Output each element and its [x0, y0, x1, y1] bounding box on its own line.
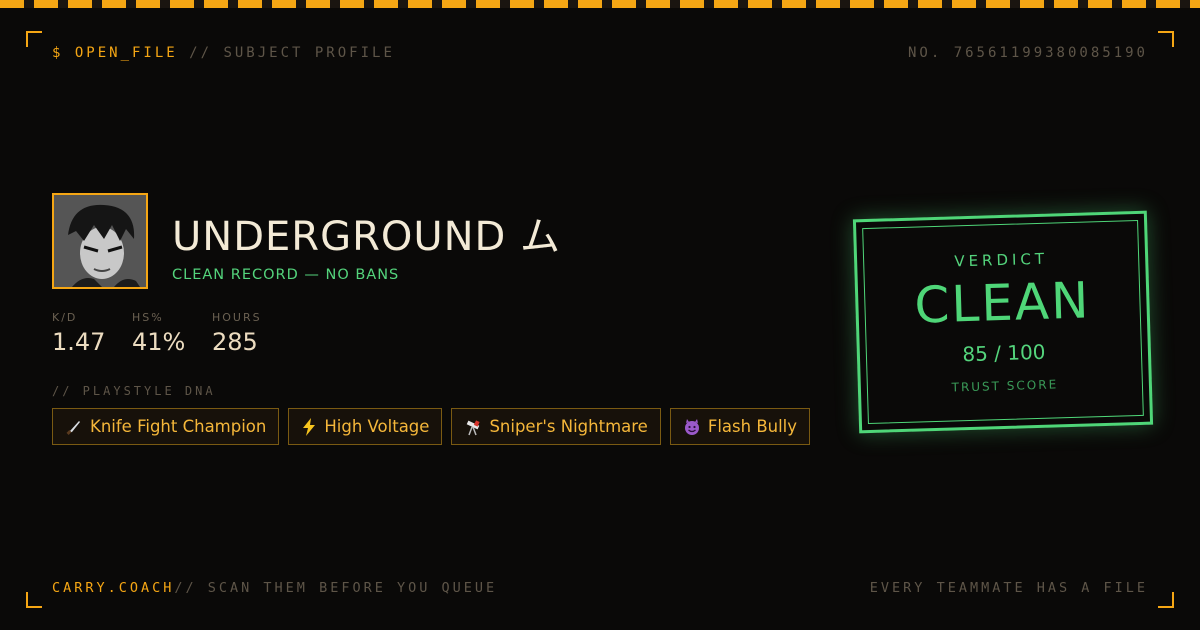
tag-knife-fight-champion: Knife Fight Champion: [52, 408, 280, 445]
corner-bracket-bottom-right: [1158, 592, 1174, 608]
footer-brand: CARRY.COACH: [52, 580, 175, 596]
header-section: // SUBJECT PROFILE: [189, 45, 395, 61]
tag-label: Flash Bully: [707, 417, 798, 436]
stat-hs: HS% 41%: [132, 311, 185, 356]
corner-bracket-top-right: [1158, 31, 1174, 47]
footer-right: EVERY TEAMMATE HAS A FILE: [869, 580, 1148, 596]
tag-label: High Voltage: [324, 417, 430, 436]
stat-label: HOURS: [212, 311, 262, 324]
playstyle-label: // PLAYSTYLE DNA: [52, 384, 216, 398]
stat-hours: HOURS 285: [212, 311, 262, 356]
corner-bracket-bottom-left: [26, 592, 42, 608]
player-name: UNDERGROUND ム: [172, 214, 562, 260]
avatar-image: [54, 195, 146, 287]
tag-flash-bully: Flash Bully: [669, 408, 811, 445]
knife-icon: [65, 418, 83, 436]
trust-score-label: TRUST SCORE: [951, 377, 1059, 395]
file-number: NO. 76561199380085190: [907, 45, 1148, 61]
stat-label: K/D: [52, 311, 78, 324]
header-left: $ OPEN_FILE // SUBJECT PROFILE: [52, 45, 395, 61]
corner-bracket-top-left: [26, 31, 42, 47]
stat-value: 41%: [132, 328, 186, 356]
playstyle-tags: Knife Fight Champion High Voltage Sniper…: [52, 408, 811, 445]
devil-icon: [683, 418, 701, 436]
verdict-stamp-inner: VERDICT CLEAN 85 / 100 TRUST SCORE: [862, 219, 1144, 425]
tag-high-voltage: High Voltage: [288, 408, 443, 445]
top-hazard-stripe: [0, 0, 1200, 8]
stat-value: 1.47: [52, 328, 106, 356]
tag-snipers-nightmare: Sniper's Nightmare: [451, 408, 661, 445]
verdict-stamp: VERDICT CLEAN 85 / 100 TRUST SCORE: [852, 210, 1154, 434]
telescope-icon: [464, 418, 482, 436]
stat-value: 285: [212, 328, 258, 356]
tag-label: Sniper's Nightmare: [489, 417, 648, 436]
ban-record: CLEAN RECORD — NO BANS: [172, 267, 400, 283]
lightning-icon: [301, 417, 317, 436]
footer-tagline: // SCAN THEM BEFORE YOU QUEUE: [174, 580, 498, 596]
stat-kd: K/D 1.47: [52, 311, 105, 356]
header-command: $ OPEN_FILE: [52, 45, 178, 61]
stat-label: HS%: [132, 311, 164, 324]
tag-label: Knife Fight Champion: [90, 417, 267, 436]
verdict-result: CLEAN: [913, 271, 1092, 335]
footer-left: CARRY.COACH// SCAN THEM BEFORE YOU QUEUE: [52, 580, 497, 596]
trust-score: 85 / 100: [962, 339, 1046, 367]
avatar: [52, 193, 148, 289]
